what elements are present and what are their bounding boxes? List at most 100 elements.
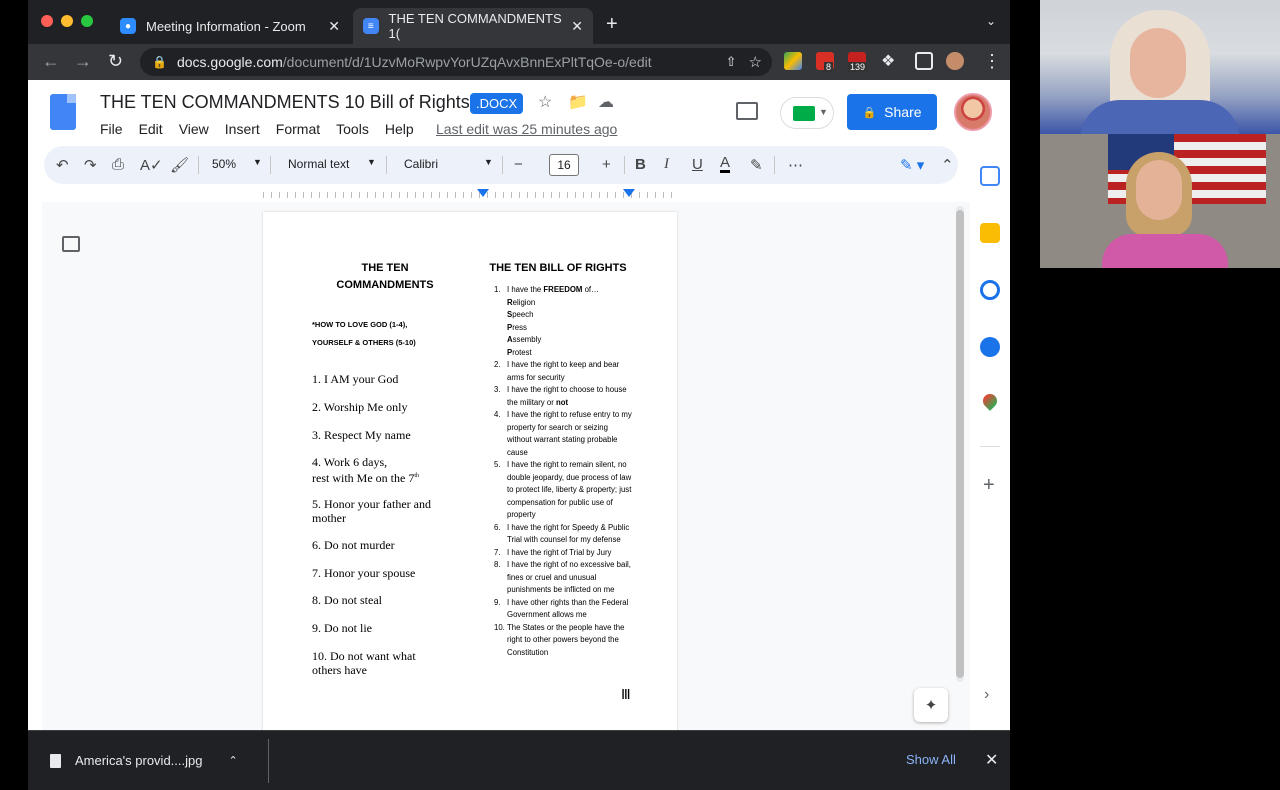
close-window-button[interactable]	[41, 15, 53, 27]
more-options-button[interactable]: ⋯	[788, 156, 803, 174]
star-icon[interactable]: ☆	[538, 92, 552, 112]
ruler-ticks	[263, 192, 679, 198]
move-folder-icon[interactable]: 📁	[568, 92, 588, 112]
menu-tools[interactable]: Tools	[336, 121, 369, 137]
freedom-item: Speech	[494, 309, 634, 322]
paint-format-icon[interactable]: 🖌	[170, 156, 189, 174]
expand-panel-chevron-icon[interactable]: ›	[984, 686, 989, 704]
close-tab-icon[interactable]: ✕	[328, 18, 340, 35]
tab-zoom-meeting[interactable]: ● Meeting Information - Zoom ✕	[110, 8, 350, 44]
menu-edit[interactable]: Edit	[139, 121, 163, 137]
minimize-window-button[interactable]	[61, 15, 73, 27]
menu-help[interactable]: Help	[385, 121, 414, 137]
address-bar[interactable]: 🔒 docs.google.com /document/d/1UzvMoRwpv…	[140, 48, 772, 76]
last-edit-link[interactable]: Last edit was 25 minutes ago	[436, 121, 617, 137]
left-indent-marker[interactable]	[477, 189, 489, 197]
decrease-font-size-button[interactable]: −	[514, 156, 523, 173]
screen: ● Meeting Information - Zoom ✕ ≡ THE TEN…	[0, 0, 1280, 790]
participant-face	[1130, 28, 1186, 98]
tasks-icon[interactable]	[980, 280, 1000, 300]
calendar-icon[interactable]	[980, 166, 1000, 186]
forward-arrow-icon[interactable]: →	[74, 51, 92, 72]
google-drive-extension-icon[interactable]	[784, 52, 802, 70]
editing-mode-pencil-icon[interactable]: ✎ ▾	[900, 156, 924, 174]
reload-icon[interactable]: ↻	[108, 51, 123, 72]
browser-menu-icon[interactable]: ⋮	[983, 51, 1001, 72]
document-page[interactable]: THE TEN COMMANDMENTS *HOW TO LOVE GOD (1…	[263, 212, 677, 732]
close-downloads-icon[interactable]: ✕	[985, 750, 998, 770]
comment-history-icon[interactable]	[736, 102, 758, 120]
commandment-4-text: rest with Me on the 7	[312, 471, 415, 485]
right-indent-marker[interactable]	[623, 189, 635, 197]
chevron-down-icon[interactable]: ▼	[253, 157, 262, 167]
tab-search-chevron-icon[interactable]: ⌄	[986, 14, 996, 28]
subheading-line-2: YOURSELF & OTHERS (5-10)	[312, 338, 416, 347]
font-select[interactable]: Calibri	[404, 157, 438, 171]
docs-logo-icon[interactable]	[50, 94, 76, 130]
maximize-window-button[interactable]	[81, 15, 93, 27]
back-arrow-icon[interactable]: ←	[42, 51, 60, 72]
bold-button[interactable]: B	[635, 156, 646, 173]
zoom-select[interactable]: 50%	[212, 157, 236, 171]
style-select[interactable]: Normal text	[288, 157, 349, 171]
share-page-icon[interactable]: ⇧	[726, 54, 737, 70]
puzzle-extensions-icon[interactable]: ❖	[881, 51, 895, 71]
url-path: /document/d/1UzvMoRwpvYorUZqAvxBnnExPltT…	[282, 54, 652, 70]
print-icon[interactable]: ⎙	[112, 156, 124, 173]
chevron-up-icon[interactable]: ⌃	[228, 754, 237, 767]
right-text: The States or the people have the right …	[507, 622, 625, 657]
meet-button[interactable]: ▼	[780, 97, 834, 129]
tab-bar: ● Meeting Information - Zoom ✕ ≡ THE TEN…	[28, 0, 1010, 44]
freedom-rest: ress	[512, 322, 527, 332]
highlight-pen-icon[interactable]: ✎	[750, 156, 763, 174]
tab-google-doc[interactable]: ≡ THE TEN COMMANDMENTS 1( ✕	[353, 8, 593, 44]
menu-format[interactable]: Format	[276, 121, 320, 137]
bookmark-star-icon[interactable]: ☆	[749, 53, 762, 71]
share-button[interactable]: 🔒 Share	[847, 94, 937, 130]
document-outline-icon[interactable]	[62, 236, 80, 252]
collapse-menus-icon[interactable]: ⌃	[941, 156, 954, 174]
commandment-item: 6. Do not murder	[312, 538, 395, 552]
right-text: I have the right of Trial by Jury	[507, 547, 612, 557]
commandment-4-line-2: rest with Me on the 7th	[312, 469, 462, 485]
docs-header: THE TEN COMMANDMENTS 10 Bill of Rights .…	[28, 80, 1010, 144]
underline-button[interactable]: U	[692, 156, 703, 173]
freedom-item: Protest	[494, 347, 634, 360]
spellcheck-icon[interactable]: A✓	[140, 156, 163, 174]
scrollbar-thumb[interactable]	[956, 210, 964, 678]
participant-shirt	[1102, 234, 1228, 268]
right-text: I have the	[507, 285, 544, 294]
contacts-icon[interactable]	[980, 337, 1000, 357]
text-color-button[interactable]: A	[720, 155, 731, 173]
explore-sparkle-icon[interactable]: ✦	[914, 688, 948, 722]
ruler[interactable]	[263, 188, 679, 200]
extension-icon[interactable]: 139	[848, 52, 868, 72]
chevron-down-icon[interactable]: ▼	[367, 157, 376, 167]
side-panel: + ›	[970, 146, 1010, 730]
italic-button[interactable]: I	[664, 156, 669, 173]
document-title[interactable]: THE TEN COMMANDMENTS 10 Bill of Rights	[100, 92, 470, 113]
maps-icon[interactable]	[980, 391, 1000, 411]
close-tab-icon[interactable]: ✕	[571, 18, 583, 35]
freedom-word: FREEDOM	[543, 285, 583, 294]
menu-insert[interactable]: Insert	[225, 121, 260, 137]
keep-icon[interactable]	[980, 223, 1000, 243]
profile-avatar[interactable]	[946, 52, 964, 70]
menu-file[interactable]: File	[100, 121, 123, 137]
add-addon-icon[interactable]: +	[983, 474, 995, 497]
redo-icon[interactable]: ↷	[84, 156, 97, 174]
font-size-input[interactable]: 16	[549, 154, 579, 176]
menu-view[interactable]: View	[179, 121, 209, 137]
chevron-down-icon[interactable]: ▼	[484, 157, 493, 167]
download-item[interactable]: America's provid....jpg ⌃	[50, 753, 238, 768]
right-item: 3. I have the right to choose to house th…	[494, 384, 634, 409]
right-item: 10. The States or the people have the rig…	[494, 622, 634, 660]
new-tab-button[interactable]: +	[606, 13, 618, 36]
side-panel-icon[interactable]	[915, 52, 933, 70]
show-all-button[interactable]: Show All	[906, 752, 956, 767]
account-avatar[interactable]	[954, 93, 992, 131]
browser-toolbar: ← → ↻ 🔒 docs.google.com /document/d/1Uzv…	[28, 44, 1010, 80]
undo-icon[interactable]: ↶	[56, 156, 69, 174]
increase-font-size-button[interactable]: +	[602, 156, 611, 173]
extension-icon[interactable]: 8	[816, 52, 834, 72]
